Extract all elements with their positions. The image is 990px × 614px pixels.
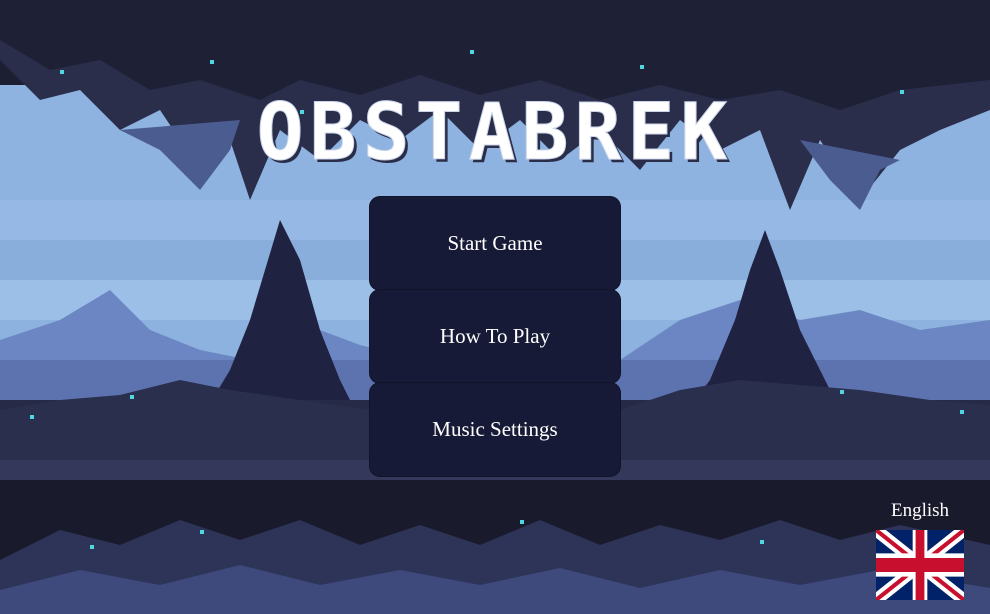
language-selector[interactable]: English bbox=[876, 500, 964, 600]
uk-flag-icon[interactable] bbox=[876, 530, 964, 600]
main-menu: Start Game How To Play Music Settings bbox=[370, 197, 620, 476]
game-title: OBSTABREK bbox=[256, 88, 734, 179]
start-game-button[interactable]: Start Game bbox=[370, 197, 620, 290]
language-label: English bbox=[890, 500, 950, 521]
how-to-play-button[interactable]: How To Play bbox=[370, 290, 620, 383]
music-settings-button[interactable]: Music Settings bbox=[370, 383, 620, 476]
